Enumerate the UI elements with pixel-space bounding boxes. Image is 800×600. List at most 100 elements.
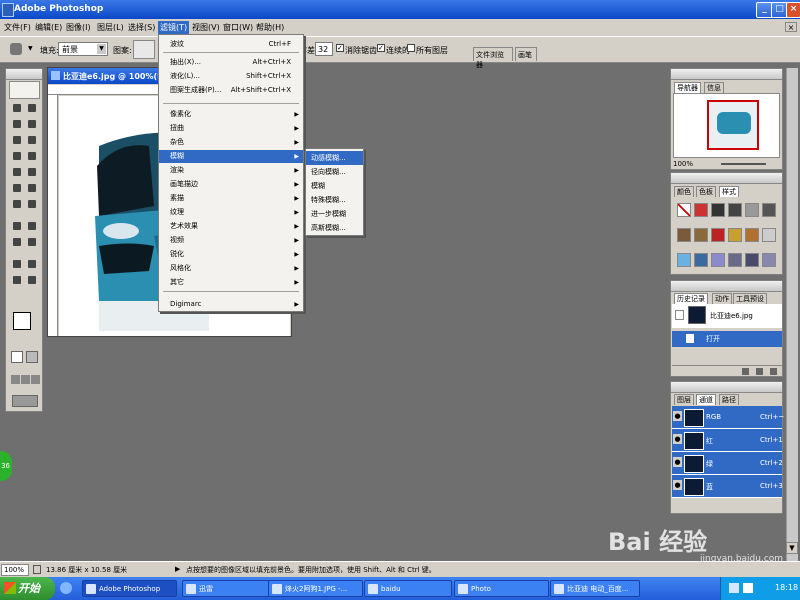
doc-close-icon[interactable]: × <box>785 22 797 32</box>
channels-tab[interactable]: 通道 <box>696 394 716 405</box>
screen-mode-full-menu-icon[interactable] <box>21 375 30 384</box>
channel-row[interactable]: ● 红 Ctrl+1 <box>672 429 783 452</box>
history-step[interactable]: 打开 <box>672 331 782 347</box>
quickmask-mode-icon[interactable] <box>26 351 38 363</box>
style-swatch[interactable] <box>728 253 742 267</box>
new-snapshot-icon[interactable] <box>756 368 763 375</box>
filter-menu-item[interactable]: 画笔描边 ▶ <box>159 178 303 191</box>
blur-submenu-item[interactable]: 特殊模糊... <box>306 193 363 207</box>
contiguous-checkbox[interactable]: ✓ <box>377 44 385 52</box>
eyedropper-tool-icon[interactable] <box>26 258 38 270</box>
style-swatch[interactable] <box>745 253 759 267</box>
healing-brush-tool-icon[interactable] <box>11 150 23 162</box>
trash-icon[interactable] <box>770 368 777 375</box>
style-swatch[interactable] <box>728 228 742 242</box>
foreground-color-swatch[interactable] <box>13 312 31 330</box>
channel-row[interactable]: ● RGB Ctrl+~ <box>672 406 784 429</box>
taskbar-button[interactable]: Adobe Photoshop <box>82 580 177 597</box>
path-selection-tool-icon[interactable] <box>11 220 23 232</box>
blur-submenu-item[interactable]: 径向模糊... <box>306 165 363 179</box>
filter-menu-item[interactable]: 抽出(X)... Alt+Ctrl+X <box>159 56 303 69</box>
hand-tool-icon[interactable] <box>11 274 23 286</box>
filter-menu-item[interactable]: 液化(L)... Shift+Ctrl+X <box>159 70 303 83</box>
filter-menu-item[interactable]: 素描 ▶ <box>159 192 303 205</box>
style-swatch[interactable] <box>677 228 691 242</box>
tray-icon[interactable] <box>729 583 739 593</box>
style-swatch[interactable] <box>762 253 776 267</box>
eraser-tool-icon[interactable] <box>11 182 23 194</box>
ie-icon[interactable] <box>60 582 72 594</box>
channel-row[interactable]: ● 绿 Ctrl+2 <box>672 452 783 475</box>
filter-menu-item[interactable]: 波纹 Ctrl+F <box>159 38 303 51</box>
style-swatch[interactable] <box>762 203 776 217</box>
screen-mode-standard-icon[interactable] <box>11 375 20 384</box>
filter-menu-item[interactable]: 艺术效果 ▶ <box>159 220 303 233</box>
zoom-tool-icon[interactable] <box>26 274 38 286</box>
side-badge[interactable]: 36 <box>0 451 12 481</box>
style-swatch[interactable] <box>694 203 708 217</box>
tool-preset-arrow-icon[interactable]: ▼ <box>28 45 33 52</box>
dodge-tool-icon[interactable] <box>26 198 38 210</box>
style-swatch[interactable] <box>745 228 759 242</box>
filter-menu-item[interactable]: Digimarc ▶ <box>159 298 303 311</box>
filter-menu-item[interactable]: 锐化 ▶ <box>159 248 303 261</box>
menu-window[interactable]: 窗口(W) <box>223 22 253 33</box>
start-button[interactable]: 开始 <box>0 577 55 600</box>
pen-tool-icon[interactable] <box>11 236 23 248</box>
taskbar-button[interactable]: 迅雷 <box>182 580 277 597</box>
styles-tab[interactable]: 样式 <box>719 186 739 197</box>
style-swatch[interactable] <box>745 203 759 217</box>
screen-mode-full-icon[interactable] <box>31 375 40 384</box>
taskbar-button[interactable]: Photo <box>454 580 549 597</box>
slice-tool-icon[interactable] <box>26 134 38 146</box>
brush-tool-icon[interactable] <box>26 150 38 162</box>
tool-presets-tab[interactable]: 工具预设 <box>733 293 767 304</box>
tray-network-icon[interactable] <box>743 583 753 593</box>
all-layers-checkbox[interactable] <box>407 44 415 52</box>
filter-menu-item[interactable]: 风格化 ▶ <box>159 262 303 275</box>
notes-tool-icon[interactable] <box>11 258 23 270</box>
menu-layer[interactable]: 图层(L) <box>97 22 124 33</box>
marquee-tool-icon[interactable] <box>11 102 23 114</box>
style-swatch[interactable] <box>762 228 776 242</box>
navigator-preview[interactable] <box>673 93 780 158</box>
color-tab[interactable]: 颜色 <box>674 186 694 197</box>
shape-tool-icon[interactable] <box>26 236 38 248</box>
lasso-tool-icon[interactable] <box>11 118 23 130</box>
channel-row[interactable]: ● 蓝 Ctrl+3 <box>672 475 783 498</box>
channels-panel-header[interactable] <box>671 382 782 393</box>
filter-menu-item[interactable]: 渲染 ▶ <box>159 164 303 177</box>
menu-image[interactable]: 图像(I) <box>66 22 91 33</box>
new-document-icon[interactable] <box>742 368 749 375</box>
status-zoom[interactable]: 100% <box>1 564 29 576</box>
tolerance-input[interactable]: 32 <box>315 42 333 56</box>
filter-menu-item[interactable]: 杂色 ▶ <box>159 136 303 149</box>
gradient-tool-icon[interactable] <box>26 182 38 194</box>
style-swatch[interactable] <box>694 228 708 242</box>
crop-tool-icon[interactable] <box>11 134 23 146</box>
eye-icon[interactable]: ● <box>673 411 682 421</box>
standard-mode-icon[interactable] <box>11 351 23 363</box>
scroll-down-arrow-icon[interactable]: ▼ <box>786 542 798 554</box>
clone-stamp-tool-icon[interactable] <box>11 166 23 178</box>
blur-submenu-item[interactable]: 高斯模糊... <box>306 221 363 235</box>
blur-submenu-item[interactable]: 进一步模糊 <box>306 207 363 221</box>
close-button[interactable]: × <box>786 2 800 18</box>
swatches-panel-header[interactable] <box>671 173 782 184</box>
blur-submenu-item[interactable]: 模糊 <box>306 179 363 193</box>
filter-menu-item[interactable]: 图案生成器(P)... Alt+Shift+Ctrl+X <box>159 84 303 97</box>
menu-view[interactable]: 视图(V) <box>192 22 220 33</box>
menu-help[interactable]: 帮助(H) <box>256 22 284 33</box>
fill-select[interactable]: 前景 ▼ <box>58 42 108 56</box>
filter-menu-item[interactable]: 扭曲 ▶ <box>159 122 303 135</box>
paths-tab[interactable]: 路径 <box>719 394 739 405</box>
navigator-panel-header[interactable] <box>671 69 782 80</box>
layers-tab[interactable]: 图层 <box>674 394 694 405</box>
right-dock-scrollbar[interactable] <box>786 68 798 563</box>
filter-menu-item[interactable]: 其它 ▶ <box>159 276 303 289</box>
magic-wand-tool-icon[interactable] <box>26 118 38 130</box>
taskbar-button[interactable]: 烽火2阿狗1.JPG -... <box>268 580 363 597</box>
filter-menu-item[interactable]: 模糊 ▶ <box>159 150 303 163</box>
taskbar-button[interactable]: baidu <box>364 580 452 597</box>
taskbar-button[interactable]: 比亚迪 电动_百度... <box>550 580 640 597</box>
